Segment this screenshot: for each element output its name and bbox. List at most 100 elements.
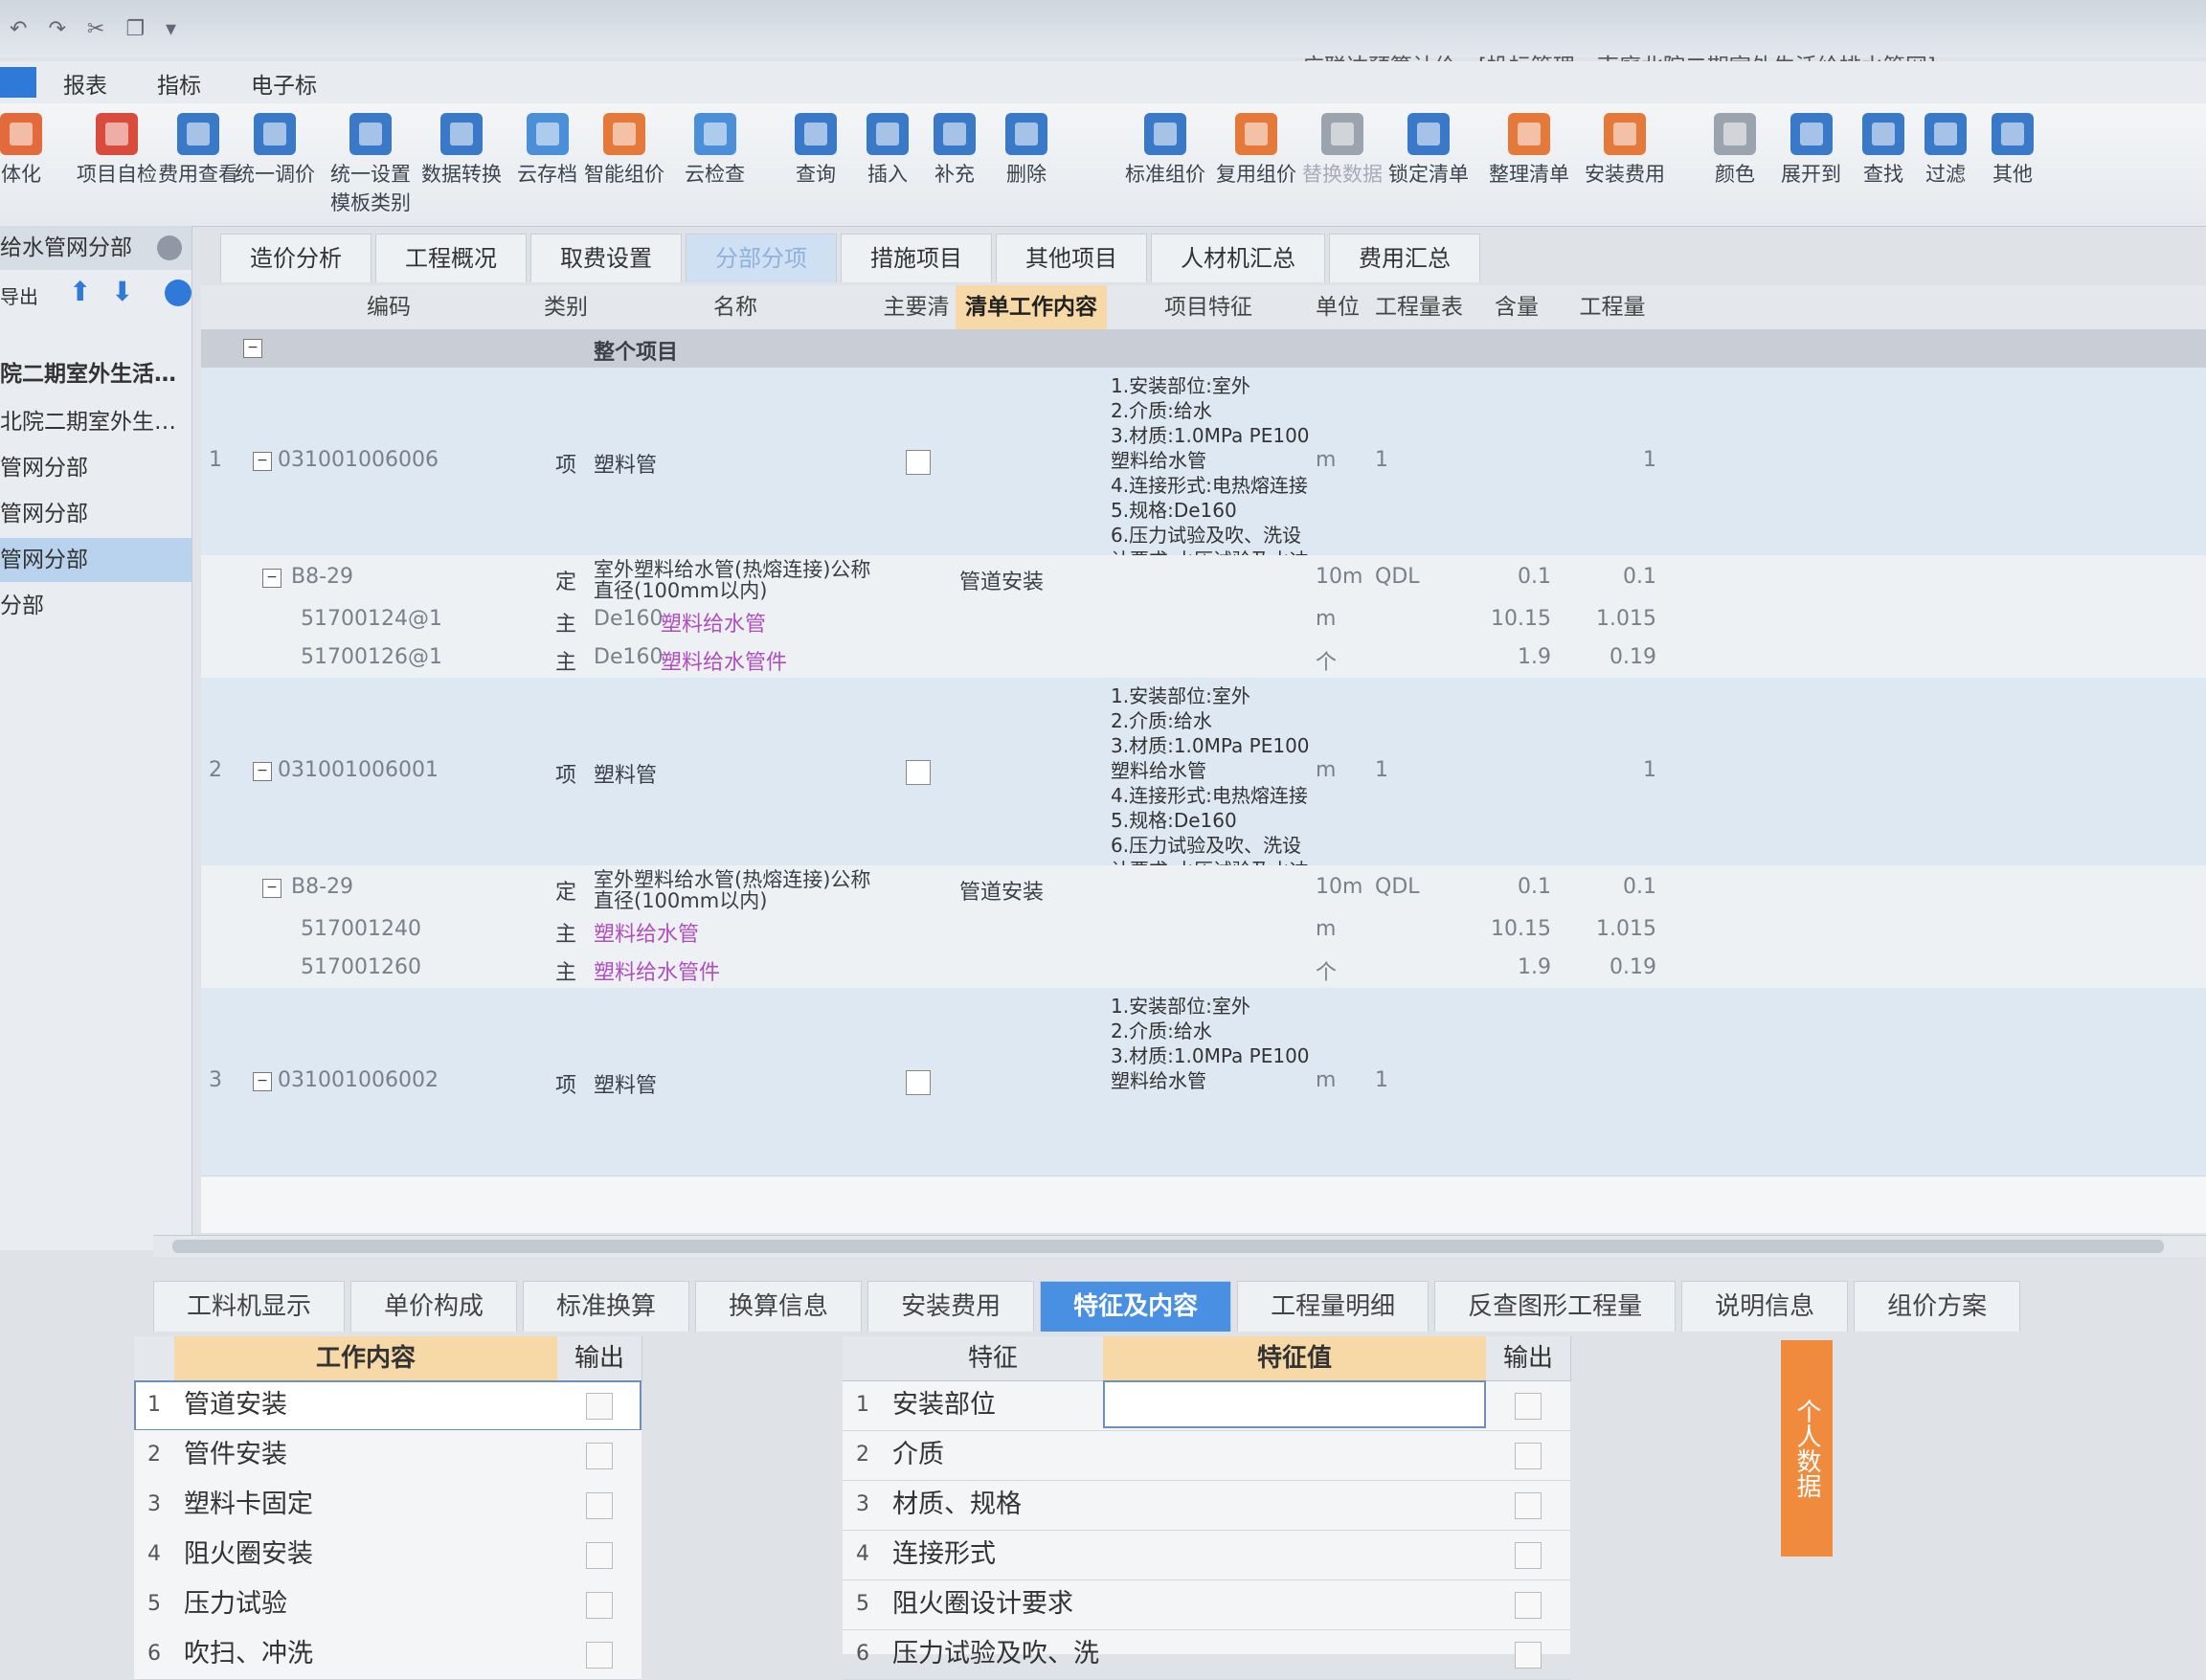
- feature-row[interactable]: 3 材质、规格: [843, 1480, 1570, 1531]
- bill-item-row[interactable]: 1−031001006006 项塑料管 1.安装部位:室外 2.介质:给水 3.材质…: [201, 368, 2206, 596]
- tree-node-division[interactable]: 管网分部: [0, 446, 191, 490]
- toolbar-button[interactable]: 体化: [0, 113, 42, 188]
- toolbar-button[interactable]: 锁定清单: [1388, 113, 1469, 188]
- work-content-row[interactable]: 6 吹扫、冲洗: [134, 1629, 642, 1680]
- output-checkbox[interactable]: [586, 1542, 613, 1569]
- output-checkbox[interactable]: [1515, 1642, 1542, 1669]
- output-checkbox[interactable]: [1515, 1542, 1542, 1569]
- horizontal-scrollbar[interactable]: [153, 1235, 2206, 1257]
- toolbar-button[interactable]: 智能组价: [584, 113, 664, 188]
- tab-pricing-scheme[interactable]: 组价方案: [1854, 1281, 2021, 1332]
- tree-node-division[interactable]: 管网分部: [0, 492, 191, 536]
- toolbar-button[interactable]: 展开到: [1781, 113, 1841, 188]
- tree-node-division-selected[interactable]: 管网分部: [0, 538, 191, 582]
- work-content-row[interactable]: 3 塑料卡固定: [134, 1480, 642, 1531]
- feature-value-input[interactable]: [1103, 1480, 1486, 1528]
- toolbar-button[interactable]: 查找: [1862, 113, 1904, 188]
- copy-icon[interactable]: ❐: [125, 17, 145, 41]
- material-row[interactable]: 51700126@1 主 De160 塑料给水管件 个 1.9 0.19: [201, 639, 2206, 679]
- output-checkbox[interactable]: [1515, 1393, 1542, 1420]
- collapse-toggle[interactable]: −: [243, 339, 262, 358]
- toolbar-button[interactable]: 查询: [795, 113, 837, 188]
- toolbar-button[interactable]: 颜色: [1714, 113, 1756, 188]
- tab-unit-price-composition[interactable]: 单价构成: [350, 1281, 518, 1332]
- tab-features-content[interactable]: 特征及内容: [1040, 1281, 1232, 1332]
- locate-icon[interactable]: [165, 280, 191, 306]
- cut-icon[interactable]: ✂: [87, 17, 104, 41]
- tree-node-unit[interactable]: 北院二期室外生…: [0, 400, 191, 444]
- output-checkbox[interactable]: [586, 1592, 613, 1619]
- tab-division-items[interactable]: 分部分项: [686, 234, 837, 282]
- feature-value-input[interactable]: [1103, 1530, 1486, 1578]
- feature-header-output[interactable]: 输出: [1486, 1336, 1571, 1381]
- quota-row[interactable]: − B8-29 定室外塑料给水管(热熔连接)公称直径(100mm以内) 管道安装 10m…: [201, 865, 2206, 912]
- bill-item-row[interactable]: 2−031001006001 项塑料管 1.安装部位:室外 2.介质:给水 3.材质…: [201, 678, 2206, 907]
- expand-toggle[interactable]: −: [253, 762, 272, 781]
- tab-graphic-quantity[interactable]: 反查图形工程量: [1434, 1281, 1677, 1332]
- feature-header-name[interactable]: 特征: [883, 1336, 1104, 1381]
- header-name[interactable]: 名称: [594, 285, 878, 330]
- expand-toggle[interactable]: −: [253, 1072, 272, 1091]
- quota-row[interactable]: − B8-29 定室外塑料给水管(热熔连接)公称直径(100mm以内) 管道安装 10m…: [201, 555, 2206, 602]
- tab-cost-analysis[interactable]: 造价分析: [220, 234, 371, 282]
- redo-icon[interactable]: ↷: [48, 17, 65, 41]
- toolbar-button[interactable]: 其他: [1992, 113, 2034, 188]
- header-code[interactable]: 编码: [239, 285, 539, 330]
- work-content-row[interactable]: 5 压力试验: [134, 1579, 642, 1630]
- output-checkbox[interactable]: [586, 1492, 613, 1519]
- toolbar-button[interactable]: 数据转换: [421, 113, 502, 188]
- toolbar-button[interactable]: 过滤: [1925, 113, 1967, 188]
- collapse-icon[interactable]: [157, 235, 182, 260]
- tab-project-overview[interactable]: 工程概况: [375, 234, 527, 282]
- feature-value-input[interactable]: [1103, 1380, 1486, 1428]
- feature-value-input[interactable]: [1103, 1629, 1486, 1677]
- work-content-row[interactable]: 4 阻火圈安装: [134, 1530, 642, 1580]
- toolbar-button[interactable]: 插入: [867, 113, 909, 188]
- tab-measures[interactable]: 措施项目: [841, 234, 992, 282]
- header-quantity-expression[interactable]: 工程量表达式: [1365, 285, 1474, 364]
- main-bill-checkbox[interactable]: [906, 450, 931, 475]
- header-quantity[interactable]: 工程量: [1561, 285, 1665, 330]
- header-content[interactable]: 含量: [1473, 285, 1562, 330]
- menu-report[interactable]: 报表: [63, 67, 107, 100]
- toolbar-button[interactable]: 替换数据: [1302, 113, 1383, 188]
- feature-value-input[interactable]: [1103, 1579, 1486, 1627]
- tab-fee-settings[interactable]: 取费设置: [530, 234, 682, 282]
- toolbar-button[interactable]: 整理清单: [1489, 113, 1569, 188]
- toolbar-button[interactable]: 标准组价: [1125, 113, 1205, 188]
- whole-project-row[interactable]: − 整个项目: [201, 329, 2206, 369]
- material-row[interactable]: 517001240 主塑料给水管 m 10.15 1.015: [201, 911, 2206, 951]
- feature-row[interactable]: 2 介质: [843, 1430, 1570, 1481]
- feature-header-value[interactable]: 特征值: [1103, 1336, 1487, 1381]
- undo-icon[interactable]: ↶: [10, 17, 27, 41]
- header-item-feature[interactable]: 项目特征: [1107, 285, 1311, 330]
- toolbar-button[interactable]: 费用查看: [158, 113, 238, 188]
- expand-toggle[interactable]: −: [262, 569, 281, 588]
- tab-labor-material-display[interactable]: 工料机显示: [153, 1281, 346, 1332]
- tab-standard-conversion[interactable]: 标准换算: [523, 1281, 690, 1332]
- output-checkbox[interactable]: [1515, 1443, 1542, 1469]
- feature-row[interactable]: 4 连接形式: [843, 1530, 1570, 1580]
- move-up-icon[interactable]: ⬆: [69, 276, 91, 307]
- feature-row[interactable]: 5 阻火圈设计要求: [843, 1579, 1570, 1630]
- expand-toggle[interactable]: −: [253, 452, 272, 471]
- feature-row[interactable]: 1 安装部位: [843, 1380, 1570, 1431]
- output-checkbox[interactable]: [586, 1443, 613, 1469]
- tab-fee-summary[interactable]: 费用汇总: [1329, 234, 1480, 282]
- work-header-output[interactable]: 输出: [557, 1336, 642, 1381]
- feature-value-input[interactable]: [1103, 1430, 1486, 1478]
- toolbar-button[interactable]: 复用组价: [1216, 113, 1296, 188]
- menu-e-bid[interactable]: 电子标: [251, 67, 317, 100]
- toolbar-button[interactable]: 补充: [934, 113, 976, 188]
- export-button[interactable]: 导出: [0, 281, 38, 309]
- scroll-thumb[interactable]: [172, 1240, 2164, 1253]
- toolbar-button[interactable]: 统一设置 模板类别: [330, 113, 411, 216]
- dropdown-icon[interactable]: ▾: [166, 17, 176, 41]
- material-row[interactable]: 517001260 主塑料给水管件 个 1.9 0.19: [201, 950, 2206, 989]
- personal-data-button[interactable]: 个人数据: [1781, 1340, 1833, 1557]
- toolbar-button[interactable]: 项目自检: [77, 113, 157, 188]
- tab-quantity-detail[interactable]: 工程量明细: [1237, 1281, 1429, 1332]
- expand-toggle[interactable]: −: [262, 879, 281, 898]
- tab-install-fee[interactable]: 安装费用: [867, 1281, 1035, 1332]
- tree-node-division[interactable]: 分部: [0, 584, 191, 628]
